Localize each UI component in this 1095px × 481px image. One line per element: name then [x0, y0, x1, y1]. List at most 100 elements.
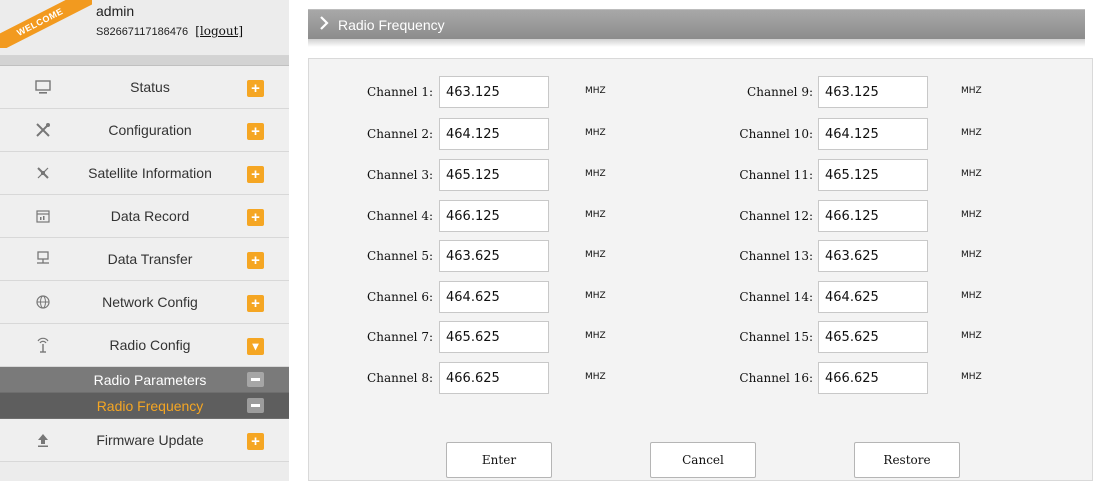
sidebar-item-label: Radio Config — [109, 337, 191, 353]
expand-icon[interactable]: + — [247, 433, 264, 450]
upload-icon — [33, 431, 53, 451]
restore-button[interactable]: Restore — [854, 442, 960, 478]
nav-list: Status + Configuration + Satellite Infor… — [0, 66, 289, 462]
serial-number: S82667117186476 — [96, 26, 189, 38]
minus-icon — [247, 372, 264, 387]
sidebar: WELCOME admin S82667117186476 [logout] S… — [0, 0, 289, 481]
unit-label: MHZ — [961, 86, 982, 96]
collapse-icon[interactable]: ▾ — [247, 338, 264, 355]
sidebar-divider — [0, 56, 289, 66]
channel-label: Channel 7: — [367, 330, 433, 344]
sidebar-item-data-record[interactable]: Data Record + — [0, 195, 289, 238]
sidebar-subitem-radio-frequency[interactable]: Radio Frequency — [0, 393, 289, 419]
channel-label: Channel 2: — [367, 127, 433, 141]
channel-label: Channel 11: — [739, 168, 813, 182]
satellite-icon — [33, 164, 53, 184]
username: admin — [96, 3, 135, 19]
unit-label: MHZ — [961, 372, 982, 382]
page-title: Radio Frequency — [338, 17, 445, 33]
sidebar-item-label: Firmware Update — [96, 432, 204, 448]
monitor-icon — [33, 78, 53, 98]
channel-9-input[interactable]: 463.125 — [818, 76, 928, 108]
channel-15-input[interactable]: 465.625 — [818, 321, 928, 353]
sidebar-subitem-radio-parameters[interactable]: Radio Parameters — [0, 367, 289, 393]
channel-12-input[interactable]: 466.125 — [818, 200, 928, 232]
page-title-bar: Radio Frequency — [308, 9, 1085, 39]
expand-icon[interactable]: + — [247, 252, 264, 269]
expand-icon[interactable]: + — [247, 80, 264, 97]
enter-button[interactable]: Enter — [446, 442, 552, 478]
channel-label: Channel 5: — [367, 249, 433, 263]
sidebar-item-firmware-update[interactable]: Firmware Update + — [0, 419, 289, 462]
unit-label: MHZ — [585, 169, 606, 179]
expand-icon[interactable]: + — [247, 209, 264, 226]
title-shadow — [308, 39, 1085, 47]
sidebar-subitem-label: Radio Frequency — [96, 398, 204, 414]
sidebar-item-label: Satellite Information — [88, 165, 212, 181]
sidebar-item-data-transfer[interactable]: Data Transfer + — [0, 238, 289, 281]
sidebar-item-network-config[interactable]: Network Config + — [0, 281, 289, 324]
cancel-button[interactable]: Cancel — [650, 442, 756, 478]
minus-icon — [247, 398, 264, 413]
serial-line: S82667117186476 [logout] — [96, 24, 243, 38]
channel-label: Channel 16: — [739, 371, 813, 385]
main-content: Radio Frequency Channel 1: 463.125 MHZ C… — [292, 0, 1095, 481]
channel-7-input[interactable]: 465.625 — [439, 321, 549, 353]
unit-label: MHZ — [961, 250, 982, 260]
channel-14-input[interactable]: 464.625 — [818, 281, 928, 313]
unit-label: MHZ — [961, 331, 982, 341]
channel-label: Channel 9: — [747, 85, 813, 99]
channel-label: Channel 14: — [739, 290, 813, 304]
sidebar-subitem-label: Radio Parameters — [93, 372, 207, 388]
sidebar-item-label: Status — [130, 79, 170, 95]
expand-icon[interactable]: + — [247, 123, 264, 140]
channel-16-input[interactable]: 466.625 — [818, 362, 928, 394]
channel-11-input[interactable]: 465.125 — [818, 159, 928, 191]
channel-5-input[interactable]: 463.625 — [439, 240, 549, 272]
channel-10-input[interactable]: 464.125 — [818, 118, 928, 150]
unit-label: MHZ — [585, 372, 606, 382]
channel-label: Channel 10: — [739, 127, 813, 141]
unit-label: MHZ — [961, 210, 982, 220]
unit-label: MHZ — [585, 331, 606, 341]
sidebar-item-satellite-information[interactable]: Satellite Information + — [0, 152, 289, 195]
channel-label: Channel 4: — [367, 209, 433, 223]
sidebar-item-label: Data Transfer — [107, 251, 193, 267]
channel-label: Channel 13: — [739, 249, 813, 263]
welcome-ribbon: WELCOME — [0, 0, 92, 48]
unit-label: MHZ — [961, 169, 982, 179]
expand-icon[interactable]: + — [247, 295, 264, 312]
channel-label: Channel 1: — [367, 85, 433, 99]
unit-label: MHZ — [585, 291, 606, 301]
unit-label: MHZ — [585, 86, 606, 96]
tools-icon — [33, 121, 53, 141]
channel-3-input[interactable]: 465.125 — [439, 159, 549, 191]
unit-label: MHZ — [585, 128, 606, 138]
calendar-icon — [33, 207, 53, 227]
channel-2-input[interactable]: 464.125 — [439, 118, 549, 150]
chevron-right-icon — [318, 15, 332, 33]
channel-1-input[interactable]: 463.125 — [439, 76, 549, 108]
sidebar-item-label: Data Record — [110, 208, 190, 224]
channel-label: Channel 12: — [739, 209, 813, 223]
channel-label: Channel 6: — [367, 290, 433, 304]
globe-icon — [33, 293, 53, 313]
welcome-text: WELCOME — [0, 0, 92, 48]
expand-icon[interactable]: + — [247, 166, 264, 183]
channel-4-input[interactable]: 466.125 — [439, 200, 549, 232]
frequency-panel: Channel 1: 463.125 MHZ Channel 2: 464.12… — [308, 58, 1093, 481]
unit-label: MHZ — [585, 250, 606, 260]
channel-label: Channel 3: — [367, 168, 433, 182]
unit-label: MHZ — [961, 291, 982, 301]
channel-8-input[interactable]: 466.625 — [439, 362, 549, 394]
unit-label: MHZ — [961, 128, 982, 138]
sidebar-item-status[interactable]: Status + — [0, 66, 289, 109]
channel-6-input[interactable]: 464.625 — [439, 281, 549, 313]
sidebar-item-label: Network Config — [102, 294, 198, 310]
sidebar-item-configuration[interactable]: Configuration + — [0, 109, 289, 152]
network-icon — [33, 250, 53, 270]
channel-label: Channel 15: — [739, 330, 813, 344]
channel-13-input[interactable]: 463.625 — [818, 240, 928, 272]
logout-link[interactable]: [logout] — [195, 24, 243, 38]
sidebar-item-radio-config[interactable]: Radio Config ▾ — [0, 324, 289, 367]
